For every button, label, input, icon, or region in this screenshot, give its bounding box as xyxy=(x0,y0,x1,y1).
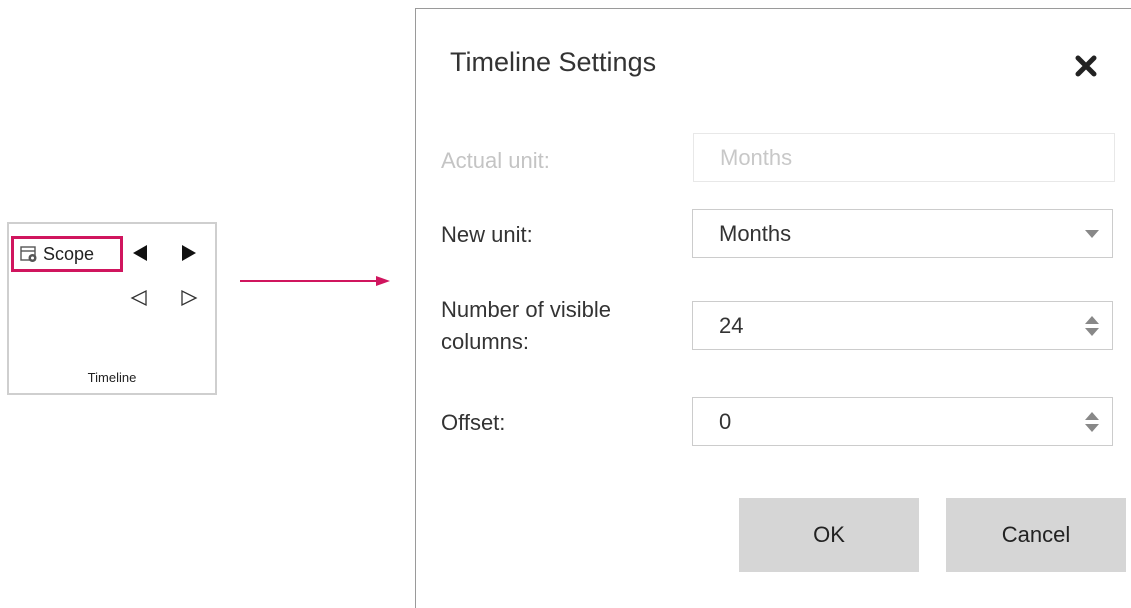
spinner-icon[interactable] xyxy=(1072,398,1112,445)
cancel-button[interactable]: Cancel xyxy=(946,498,1126,572)
visible-columns-label-line1: Number of visible xyxy=(441,297,611,322)
dialog-title: Timeline Settings xyxy=(450,47,657,77)
calendar-gear-icon xyxy=(20,245,38,263)
visible-columns-value: 24 xyxy=(719,312,744,338)
visible-columns-label: Number of visible columns: xyxy=(441,294,611,358)
new-unit-select[interactable]: Months xyxy=(692,209,1113,258)
spinner-icon[interactable] xyxy=(1072,302,1112,349)
pointer-arrow-icon xyxy=(240,276,390,286)
actual-unit-label: Actual unit: xyxy=(441,148,550,173)
triangle-right-outline-icon xyxy=(181,289,198,307)
triangle-left-filled-icon xyxy=(133,245,147,261)
close-button[interactable] xyxy=(1071,51,1101,81)
visible-columns-label-line2: columns: xyxy=(441,329,530,354)
actual-unit-value: Months xyxy=(720,144,793,170)
offset-input[interactable]: 0 xyxy=(692,397,1113,446)
ok-button[interactable]: OK xyxy=(739,498,919,572)
dropdown-caret-icon[interactable] xyxy=(1072,210,1112,257)
ribbon-group-label: Timeline xyxy=(87,370,137,385)
new-unit-label: New unit: xyxy=(441,222,533,247)
triangle-right-filled-icon xyxy=(182,245,196,261)
scope-button-label: Scope xyxy=(43,244,95,264)
actual-unit-field: Months xyxy=(693,133,1115,182)
close-x-icon xyxy=(1075,55,1097,77)
previous-filled-button[interactable] xyxy=(128,241,152,265)
offset-value: 0 xyxy=(719,408,732,434)
previous-outline-button[interactable] xyxy=(127,286,151,310)
offset-label: Offset: xyxy=(441,410,506,435)
new-unit-value: Months xyxy=(719,220,792,246)
next-filled-button[interactable] xyxy=(177,241,201,265)
ribbon-group-timeline: Scope Timeline xyxy=(7,222,217,395)
triangle-left-outline-icon xyxy=(130,289,147,307)
timeline-settings-dialog: Timeline Settings Actual unit: Months Ne… xyxy=(415,8,1131,608)
visible-columns-input[interactable]: 24 xyxy=(692,301,1113,350)
next-outline-button[interactable] xyxy=(177,286,201,310)
scope-button[interactable]: Scope xyxy=(11,236,123,272)
